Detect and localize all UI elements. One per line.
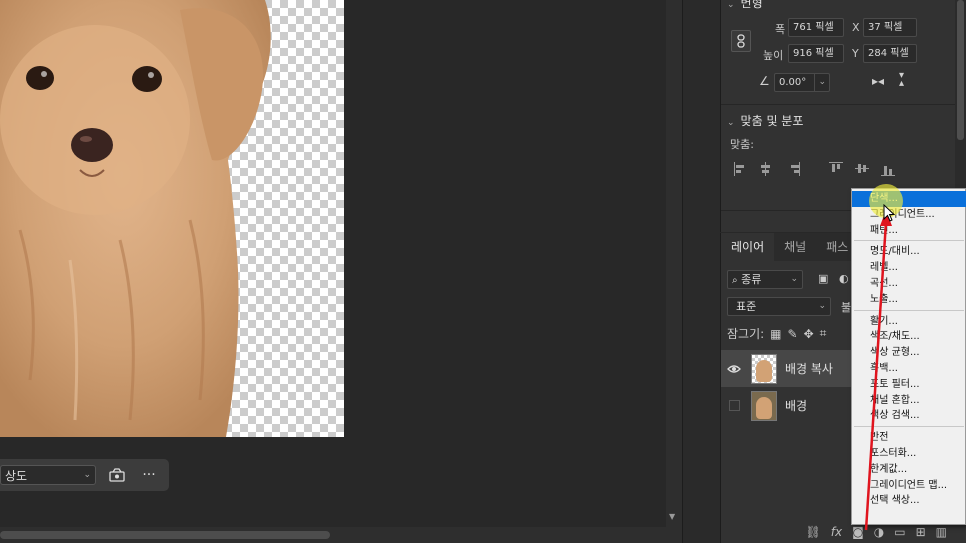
x-label: X bbox=[852, 21, 860, 34]
align-bottom-icon[interactable] bbox=[881, 162, 895, 176]
menu-item[interactable]: 레벨... bbox=[852, 260, 966, 276]
align-right-icon[interactable] bbox=[787, 162, 801, 176]
tab-channels[interactable]: 채널 bbox=[774, 233, 816, 261]
menu-item[interactable]: 포토 필터... bbox=[852, 377, 966, 393]
opacity-label: 불 bbox=[841, 301, 852, 314]
menu-item[interactable]: 명도/대비... bbox=[852, 244, 966, 260]
menu-item[interactable]: 반전 bbox=[852, 430, 966, 446]
lock-paint-icon[interactable]: ✎ bbox=[788, 327, 798, 341]
menu-item[interactable]: 색상 검색... bbox=[852, 408, 966, 424]
visibility-toggle[interactable] bbox=[721, 400, 747, 411]
y-label: Y bbox=[852, 47, 859, 60]
transform-section-title[interactable]: ⌄ 변형 bbox=[727, 0, 763, 11]
menu-item[interactable]: 채널 혼합... bbox=[852, 393, 966, 409]
menu-item[interactable]: 그레이디언트 맵... bbox=[852, 478, 966, 494]
menu-item[interactable]: 곡선... bbox=[852, 276, 966, 292]
lock-artboard-icon[interactable]: ⌗ bbox=[820, 326, 827, 341]
fx-icon[interactable]: fx bbox=[831, 525, 842, 539]
width-label: 폭 bbox=[775, 23, 786, 36]
lock-position-icon[interactable]: ✥ bbox=[804, 327, 814, 341]
flip-horizontal-icon[interactable]: ▸◂ bbox=[872, 74, 884, 88]
collapse-caret-icon: ⌄ bbox=[727, 118, 735, 128]
align-center-h-icon[interactable] bbox=[759, 162, 773, 176]
menu-separator bbox=[854, 240, 964, 242]
more-options-button[interactable]: ··· bbox=[138, 464, 160, 486]
adjustment-layer-menu: 단색...그레이디언트...패턴...명도/대비...레벨...곡선...노출.… bbox=[851, 188, 966, 525]
section-divider bbox=[721, 104, 956, 105]
menu-item[interactable]: 포스터화... bbox=[852, 446, 966, 462]
chevron-down-icon: ⌄ bbox=[818, 301, 826, 311]
lock-transparent-icon[interactable]: ▦ bbox=[770, 327, 781, 341]
y-field[interactable]: 284 픽셀 bbox=[863, 44, 917, 63]
menu-item[interactable]: 그레이디언트... bbox=[852, 207, 966, 223]
align-center-v-icon[interactable] bbox=[855, 162, 869, 176]
align-left-icon[interactable] bbox=[734, 162, 748, 176]
scrollbar-thumb[interactable] bbox=[957, 0, 964, 140]
menu-item[interactable]: 패턴... bbox=[852, 223, 966, 239]
transform-title-label: 변형 bbox=[740, 0, 763, 10]
menu-item[interactable]: 노출... bbox=[852, 292, 966, 308]
menu-item[interactable]: 한계값... bbox=[852, 462, 966, 478]
align-top-icon[interactable] bbox=[829, 162, 843, 176]
menu-item[interactable]: 색상 균형... bbox=[852, 345, 966, 361]
horizontal-scrollbar[interactable] bbox=[0, 527, 666, 543]
eye-icon[interactable] bbox=[721, 364, 747, 374]
group-icon[interactable]: ▭ bbox=[894, 525, 905, 539]
align-title-label: 맞춤 및 분포 bbox=[740, 114, 804, 128]
align-sub-label: 맞춤: bbox=[730, 138, 754, 151]
tab-layers[interactable]: 레이어 bbox=[721, 233, 775, 261]
layer-name[interactable]: 배경 복사 bbox=[785, 360, 833, 377]
scroll-corner bbox=[666, 527, 682, 543]
align-section-title[interactable]: ⌄ 맞춤 및 분포 bbox=[727, 112, 803, 129]
menu-item[interactable]: 색조/채도... bbox=[852, 329, 966, 345]
chevron-down-icon: ⌄ bbox=[790, 274, 798, 284]
chevron-down-icon[interactable]: ⌄ bbox=[814, 74, 826, 91]
menu-item[interactable]: 선택 색상... bbox=[852, 493, 966, 509]
scroll-down-icon[interactable]: ▼ bbox=[669, 512, 675, 521]
contextual-select-value: 상도 bbox=[5, 468, 28, 483]
contextual-task-bar: 상도 ⌄ ··· bbox=[0, 459, 169, 491]
blend-mode-value: 표준 bbox=[736, 300, 757, 313]
angle-field[interactable]: 0.00° ⌄ bbox=[774, 73, 830, 92]
collapse-caret-icon: ⌄ bbox=[727, 0, 735, 10]
chevron-down-icon: ⌄ bbox=[83, 470, 91, 480]
generate-icon[interactable] bbox=[106, 464, 128, 486]
x-field[interactable]: 37 픽셀 bbox=[863, 18, 917, 37]
menu-item[interactable]: 흑백... bbox=[852, 361, 966, 377]
document-canvas[interactable] bbox=[0, 0, 344, 437]
vertical-scrollbar[interactable]: ▼ bbox=[666, 0, 682, 527]
canvas-area[interactable]: 상도 ⌄ ··· bbox=[0, 0, 666, 543]
adjustment-icon[interactable]: ◑ bbox=[874, 525, 884, 539]
menu-item[interactable]: 활기... bbox=[852, 314, 966, 330]
layer-thumbnail bbox=[751, 390, 777, 421]
angle-value: 0.00° bbox=[779, 77, 807, 88]
adjustment-filter-icon[interactable]: ◐ bbox=[839, 272, 849, 285]
panel-gutter bbox=[682, 0, 720, 543]
scrollbar-thumb[interactable] bbox=[0, 531, 330, 539]
mask-icon[interactable]: ◙ bbox=[852, 525, 864, 539]
width-field[interactable]: 761 픽셀 bbox=[788, 18, 844, 37]
flip-vertical-icon[interactable]: ▾ ▴ bbox=[899, 71, 904, 89]
contextual-select[interactable]: 상도 ⌄ bbox=[0, 465, 96, 485]
lock-label: 잠그기: bbox=[727, 327, 765, 341]
lock-row: 잠그기: ▦ ✎ ✥ ⌗ bbox=[727, 325, 826, 342]
new-layer-icon[interactable]: ⊞ bbox=[916, 525, 926, 539]
height-field[interactable]: 916 픽셀 bbox=[788, 44, 844, 63]
image-filter-icon[interactable]: ▣ bbox=[818, 272, 828, 285]
mouse-cursor-icon bbox=[883, 204, 895, 222]
blend-mode-select[interactable]: 표준 ⌄ bbox=[727, 297, 831, 316]
menu-separator bbox=[854, 309, 964, 311]
layer-name[interactable]: 배경 bbox=[785, 397, 807, 414]
link-dimensions-icon[interactable] bbox=[731, 30, 751, 52]
dog-image bbox=[0, 0, 271, 437]
angle-icon: ∠ bbox=[759, 74, 770, 88]
layer-filter-select[interactable]: ⌕ 종류 ⌄ bbox=[727, 270, 803, 289]
search-icon: ⌕ bbox=[732, 275, 738, 286]
menu-separator bbox=[854, 426, 964, 428]
trash-icon[interactable]: ▥ bbox=[936, 525, 947, 539]
link-icon[interactable]: ⛓ bbox=[806, 525, 821, 539]
layer-thumbnail bbox=[751, 353, 777, 384]
height-label: 높이 bbox=[763, 49, 784, 62]
layer-filter-value: 종류 bbox=[741, 273, 762, 286]
